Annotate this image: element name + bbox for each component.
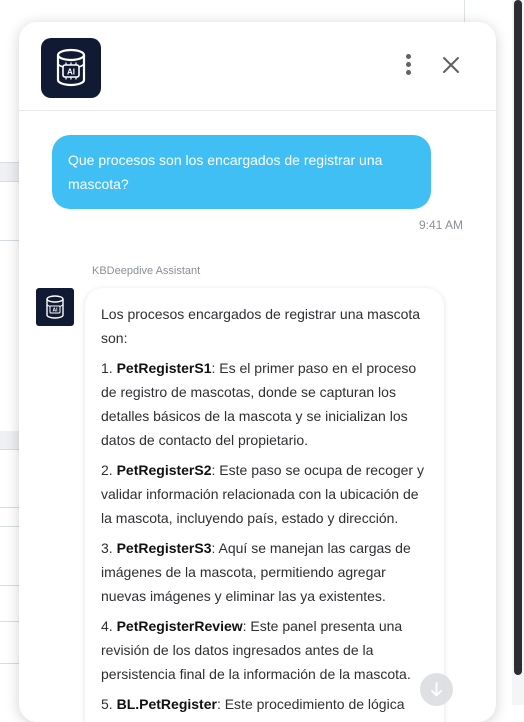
database-ai-icon: AI [41, 38, 101, 98]
divider [0, 449, 20, 450]
assistant-name: KBDeepdive Assistant [92, 265, 201, 277]
assistant-avatar: AI [36, 288, 74, 326]
arrow-down-icon [431, 682, 442, 697]
divider [0, 663, 20, 664]
divider [0, 621, 20, 622]
table-header [0, 431, 20, 449]
list-item: 2. PetRegisterS2: Este paso se ocupa de … [101, 462, 424, 526]
user-message: Que procesos son los encargados de regis… [52, 135, 431, 209]
scroll-down-button[interactable] [420, 673, 453, 706]
chat-header: AI [19, 22, 496, 111]
assistant-intro: Los procesos encargados de registrar una… [101, 306, 421, 346]
user-message-text: Que procesos son los encargados de regis… [68, 152, 383, 192]
list-item: 4. PetRegisterReview: Este panel present… [101, 618, 411, 682]
scrollbar-thumb[interactable] [514, 0, 522, 675]
table-header [0, 163, 20, 181]
svg-text:AI: AI [67, 68, 75, 77]
divider [0, 585, 20, 586]
more-vertical-icon[interactable] [400, 52, 418, 78]
assistant-message: Los procesos encargados de registrar una… [85, 288, 444, 722]
divider [0, 181, 20, 182]
list-item: 1. PetRegisterS1: Es el primer paso en e… [101, 360, 417, 448]
message-timestamp: 9:41 AM [418, 218, 463, 232]
close-icon[interactable] [440, 54, 462, 76]
chat-window: AI Que procesos son los encargados de re… [19, 22, 496, 722]
svg-text:AI: AI [53, 308, 59, 314]
divider [0, 526, 20, 527]
list-item: 3. PetRegisterS3: Aquí se manejan las ca… [101, 540, 411, 604]
list-item: 5. BL.PetRegister: Este procedimiento de… [101, 696, 405, 712]
divider [0, 507, 20, 508]
divider [0, 240, 20, 241]
